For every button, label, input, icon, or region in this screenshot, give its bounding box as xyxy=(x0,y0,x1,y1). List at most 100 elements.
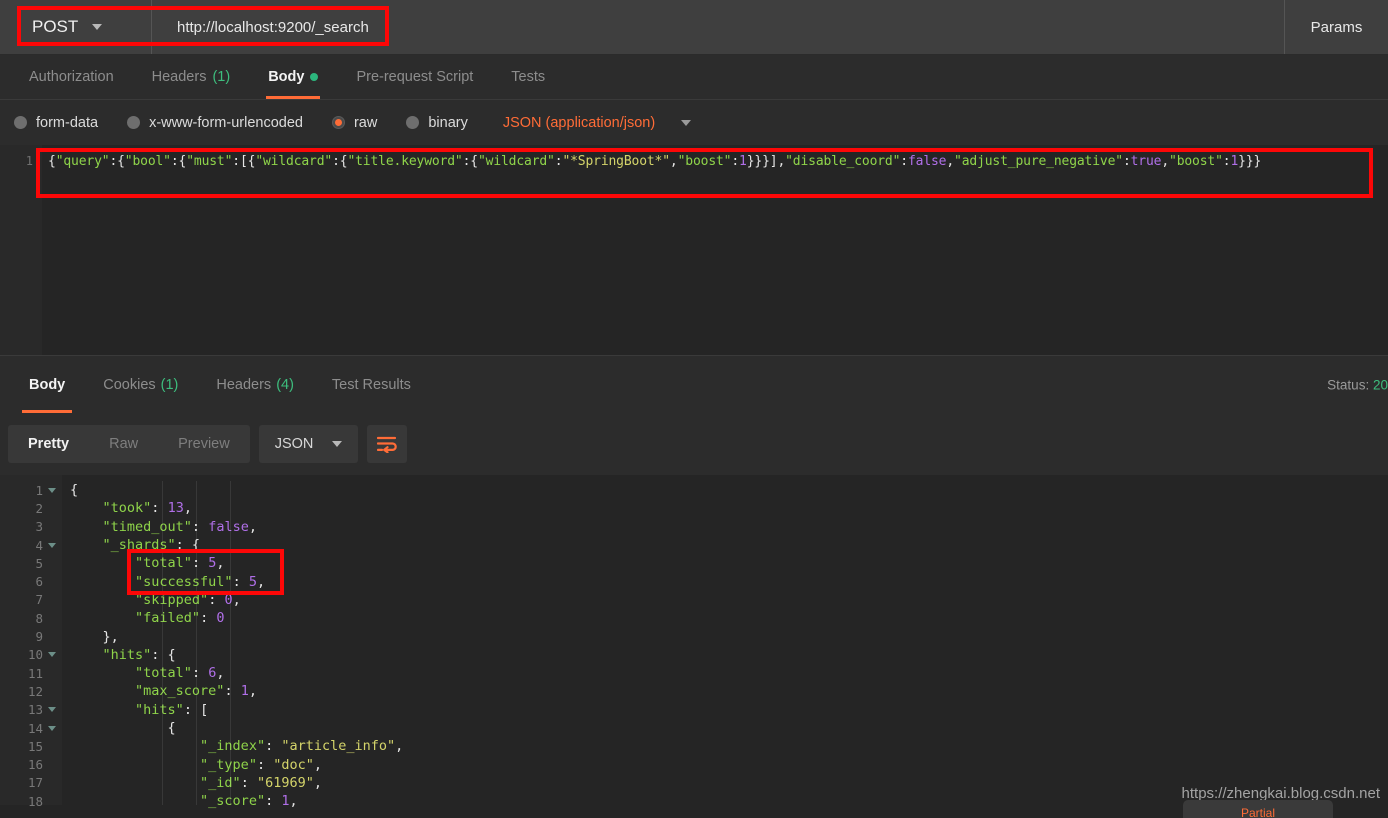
tab-body[interactable]: Body xyxy=(249,55,337,99)
tab-tests[interactable]: Tests xyxy=(492,55,564,99)
code-token: : xyxy=(256,756,274,773)
request-body-code[interactable]: {"query":{"bool":{"must":[{"wildcard":{"… xyxy=(42,145,1388,355)
code-token: "max_score" xyxy=(135,683,225,700)
code-token: : xyxy=(265,793,282,810)
url-input[interactable]: http://localhost:9200/_search xyxy=(152,0,1284,54)
request-body-editor[interactable]: 1 {"query":{"bool":{"must":[{"wildcard":… xyxy=(0,145,1388,355)
view-mode-raw[interactable]: Raw xyxy=(89,425,158,463)
code-token: , xyxy=(216,555,225,572)
code-token: }, xyxy=(102,628,119,645)
params-button[interactable]: Params xyxy=(1284,0,1388,54)
tab-label: Pre-request Script xyxy=(356,69,474,85)
code-token: true xyxy=(1130,154,1162,169)
tab-label: Body xyxy=(29,376,66,393)
response-tab-test-results[interactable]: Test Results xyxy=(313,356,430,413)
code-token: "total" xyxy=(135,665,192,682)
code-token: "must" xyxy=(186,154,233,169)
code-token: 5 xyxy=(248,573,257,590)
code-token: "skipped" xyxy=(135,591,209,608)
fold-triangle-icon[interactable] xyxy=(48,725,56,731)
code-token: "bool" xyxy=(124,154,171,169)
line-number: 10 xyxy=(0,646,62,664)
tab-label: Cookies xyxy=(103,376,156,393)
chevron-down-icon xyxy=(92,24,103,30)
radio-form-data[interactable]: form-data xyxy=(14,115,98,131)
tab-authorization[interactable]: Authorization xyxy=(10,55,133,99)
code-token: : xyxy=(191,555,209,572)
response-tab-headers[interactable]: Headers (4) xyxy=(197,356,313,413)
response-tab-body[interactable]: Body xyxy=(10,356,84,413)
radio-raw[interactable]: raw xyxy=(331,114,378,131)
code-token: : xyxy=(265,738,282,755)
response-toolbar: Pretty Raw Preview JSON xyxy=(0,413,1388,475)
code-token: }}}], xyxy=(746,154,786,169)
request-gutter: 1 xyxy=(0,145,42,355)
response-tab-cookies[interactable]: Cookies (1) xyxy=(84,356,197,413)
line-number: 1 xyxy=(0,481,62,499)
line-number: 7 xyxy=(35,592,43,608)
code-token: "hits" xyxy=(102,646,152,663)
code-token: : xyxy=(240,774,257,791)
code-token: , xyxy=(313,756,322,773)
radio-label: raw xyxy=(353,114,378,131)
code-line: { xyxy=(62,719,1388,737)
view-mode-pretty[interactable]: Pretty xyxy=(8,425,89,463)
code-line: "total": 6, xyxy=(62,664,1388,682)
line-number: 18 xyxy=(27,793,43,809)
code-token: :{ xyxy=(332,154,348,169)
tab-label: Test Results xyxy=(331,376,411,393)
fold-triangle-icon[interactable] xyxy=(48,707,56,713)
tab-pre-request-script[interactable]: Pre-request Script xyxy=(337,55,492,99)
code-token: , xyxy=(289,793,298,810)
response-body-code[interactable]: { "took": 13, "timed_out": false, "_shar… xyxy=(62,475,1388,809)
tab-label: Authorization xyxy=(29,69,114,85)
fold-triangle-icon[interactable] xyxy=(48,487,56,493)
tab-count: (1) xyxy=(160,376,179,393)
code-line: "total": 5, xyxy=(62,554,1388,572)
code-token: : xyxy=(191,665,209,682)
line-number: 12 xyxy=(27,683,43,699)
chevron-down-icon[interactable] xyxy=(681,119,692,126)
code-token: : xyxy=(232,573,249,590)
content-type-selector[interactable]: JSON (application/json) xyxy=(503,115,655,131)
code-token: "_shards" xyxy=(102,537,176,554)
status-badge: Status: 20 xyxy=(1327,377,1388,392)
http-method-selector[interactable]: POST xyxy=(0,0,152,54)
code-line: "timed_out": false, xyxy=(62,518,1388,536)
code-token: }}} xyxy=(1238,154,1262,169)
code-line: "skipped": 0, xyxy=(62,591,1388,609)
response-body-editor[interactable]: 1 2 3 4 5 6 7 8 9 10 11 12 13 14 15 16 17 18 { "took": 13… xyxy=(0,475,1388,809)
radio-urlencoded[interactable]: x-www-form-urlencoded xyxy=(127,115,303,131)
bottom-partial-button[interactable]: Partial xyxy=(1183,800,1333,818)
code-token: false xyxy=(907,154,947,169)
code-token: "took" xyxy=(102,500,152,517)
response-gutter: 1 2 3 4 5 6 7 8 9 10 11 12 13 14 15 16 17 18 xyxy=(0,475,62,809)
code-token: , xyxy=(946,154,955,169)
code-token: 5 xyxy=(208,555,217,572)
word-wrap-button[interactable] xyxy=(367,425,408,463)
code-token: : xyxy=(731,154,740,169)
code-line: "_shards": { xyxy=(62,536,1388,554)
radio-label: x-www-form-urlencoded xyxy=(149,114,303,131)
code-line: "failed": 0 xyxy=(62,609,1388,627)
format-label: JSON xyxy=(274,436,314,452)
line-number: 13 xyxy=(0,701,62,719)
radio-binary[interactable]: binary xyxy=(406,115,468,131)
response-format-selector[interactable]: JSON xyxy=(258,425,359,463)
view-mode-preview[interactable]: Preview xyxy=(158,425,250,463)
line-number: 1 xyxy=(25,154,33,168)
request-tab-bar: Authorization Headers (1) Body Pre-reque… xyxy=(0,55,1388,100)
code-token: , xyxy=(248,518,257,535)
code-token: { xyxy=(48,154,56,169)
fold-triangle-icon[interactable] xyxy=(48,542,56,548)
body-type-row: form-data x-www-form-urlencoded raw bina… xyxy=(0,100,1388,145)
tab-headers[interactable]: Headers (1) xyxy=(133,55,250,99)
fold-triangle-icon[interactable] xyxy=(48,652,56,658)
